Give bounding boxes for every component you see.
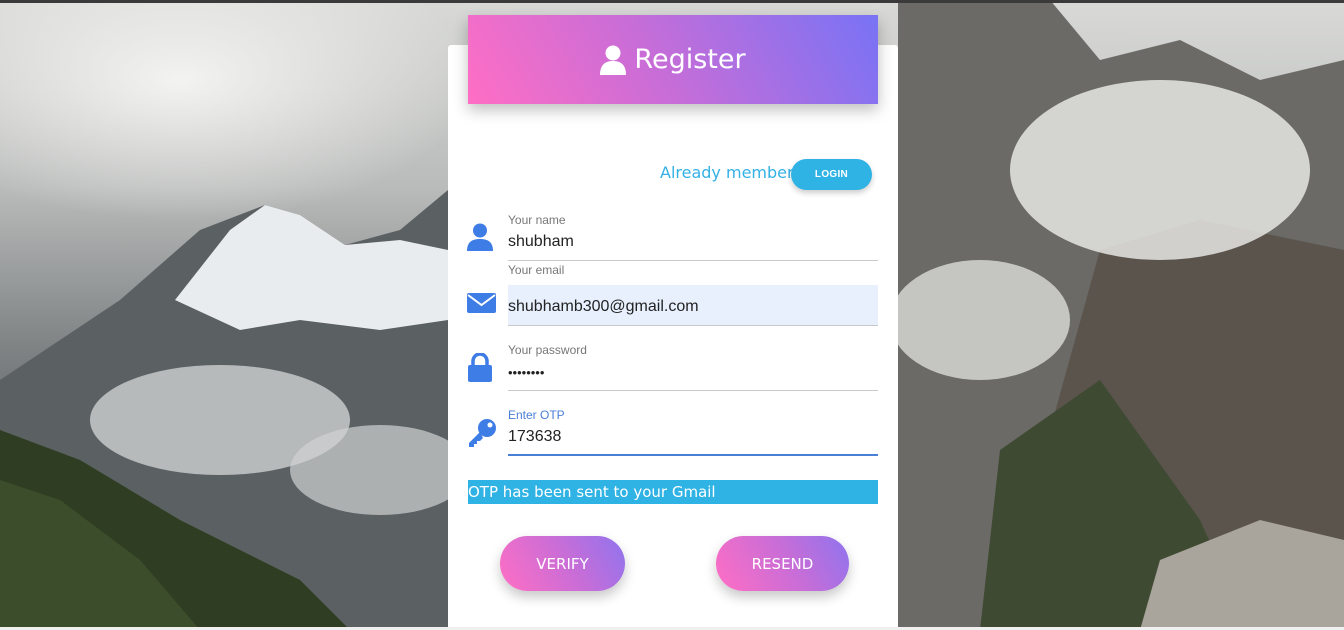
email-field[interactable] — [508, 297, 878, 317]
verify-button[interactable]: VERIFY — [500, 536, 625, 591]
otp-label: Enter OTP — [508, 408, 565, 422]
otp-underline — [508, 454, 878, 456]
register-header: Register — [468, 15, 878, 104]
otp-sent-notice: OTP has been sent to your Gmail — [468, 480, 878, 504]
password-field[interactable] — [508, 362, 878, 382]
name-label: Your name — [508, 213, 566, 227]
lock-icon — [468, 352, 492, 387]
email-underline — [508, 325, 878, 326]
login-button[interactable]: LOGIN — [791, 159, 872, 190]
page-title: Register — [634, 44, 746, 75]
otp-field[interactable] — [508, 427, 878, 447]
already-member-text: Already member? — [660, 163, 803, 182]
resend-button[interactable]: RESEND — [716, 536, 849, 591]
user-icon — [600, 45, 627, 75]
top-edge — [0, 0, 1344, 3]
password-label: Your password — [508, 343, 587, 357]
envelope-icon — [467, 293, 496, 318]
name-field[interactable] — [508, 232, 878, 252]
email-label: Your email — [508, 263, 565, 277]
user-icon — [467, 223, 493, 256]
password-underline — [508, 390, 878, 391]
name-underline — [508, 260, 878, 261]
key-icon — [467, 418, 497, 453]
